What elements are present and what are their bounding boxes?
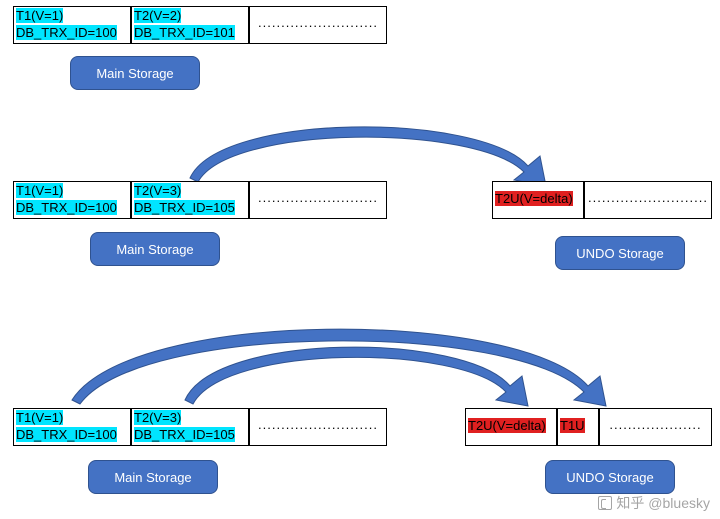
s1-main-cell-1: T2(V=2) DB_TRX_ID=101 xyxy=(131,6,249,44)
watermark: 知乎 @bluesky xyxy=(598,493,710,513)
cell-line2: DB_TRX_ID=100 xyxy=(16,25,117,40)
cell-line1: T2(V=3) xyxy=(134,410,181,425)
cell-line2: DB_TRX_ID=101 xyxy=(134,25,235,40)
s1-main-storage-badge: Main Storage xyxy=(70,56,200,90)
s2-undo-cell-dots: .......................... xyxy=(584,181,712,219)
s3-undo-cell-0: T2U(V=delta) xyxy=(465,408,557,446)
cell-line1: T2(V=3) xyxy=(134,183,181,198)
s3-undo-cell-1: T1U xyxy=(557,408,599,446)
cell-line1: T1(V=1) xyxy=(16,8,63,23)
s2-main-cell-dots: .......................... xyxy=(249,181,387,219)
cell-text: T1U xyxy=(560,418,585,433)
s2-undo-cell-0: T2U(V=delta) xyxy=(492,181,584,219)
cell-line1: T1(V=1) xyxy=(16,410,63,425)
s1-main-cell-0: T1(V=1) DB_TRX_ID=100 xyxy=(13,6,131,44)
cell-line1: T2(V=2) xyxy=(134,8,181,23)
arrow-s3-t2-to-t2u xyxy=(175,340,555,410)
s1-main-cell-dots: .......................... xyxy=(249,6,387,44)
s3-main-cell-0: T1(V=1) DB_TRX_ID=100 xyxy=(13,408,131,446)
cell-line2: DB_TRX_ID=100 xyxy=(16,427,117,442)
cell-line1: T1(V=1) xyxy=(16,183,63,198)
arrow-s2-t2-to-t2u xyxy=(180,120,560,190)
s3-undo-storage-badge: UNDO Storage xyxy=(545,460,675,494)
watermark-text: 知乎 @bluesky xyxy=(616,495,710,511)
s3-main-cell-1: T2(V=3) DB_TRX_ID=105 xyxy=(131,408,249,446)
cell-text: T2U(V=delta) xyxy=(468,418,546,433)
cell-line2: DB_TRX_ID=105 xyxy=(134,200,235,215)
zhihu-icon xyxy=(598,496,612,510)
s2-undo-storage-badge: UNDO Storage xyxy=(555,236,685,270)
s3-main-cell-dots: .......................... xyxy=(249,408,387,446)
s3-undo-cell-dots: .................... xyxy=(599,408,712,446)
s3-main-storage-badge: Main Storage xyxy=(88,460,218,494)
s2-main-storage-badge: Main Storage xyxy=(90,232,220,266)
s2-main-cell-0: T1(V=1) DB_TRX_ID=100 xyxy=(13,181,131,219)
cell-text: T2U(V=delta) xyxy=(495,191,573,206)
cell-line2: DB_TRX_ID=100 xyxy=(16,200,117,215)
cell-line2: DB_TRX_ID=105 xyxy=(134,427,235,442)
s2-main-cell-1: T2(V=3) DB_TRX_ID=105 xyxy=(131,181,249,219)
